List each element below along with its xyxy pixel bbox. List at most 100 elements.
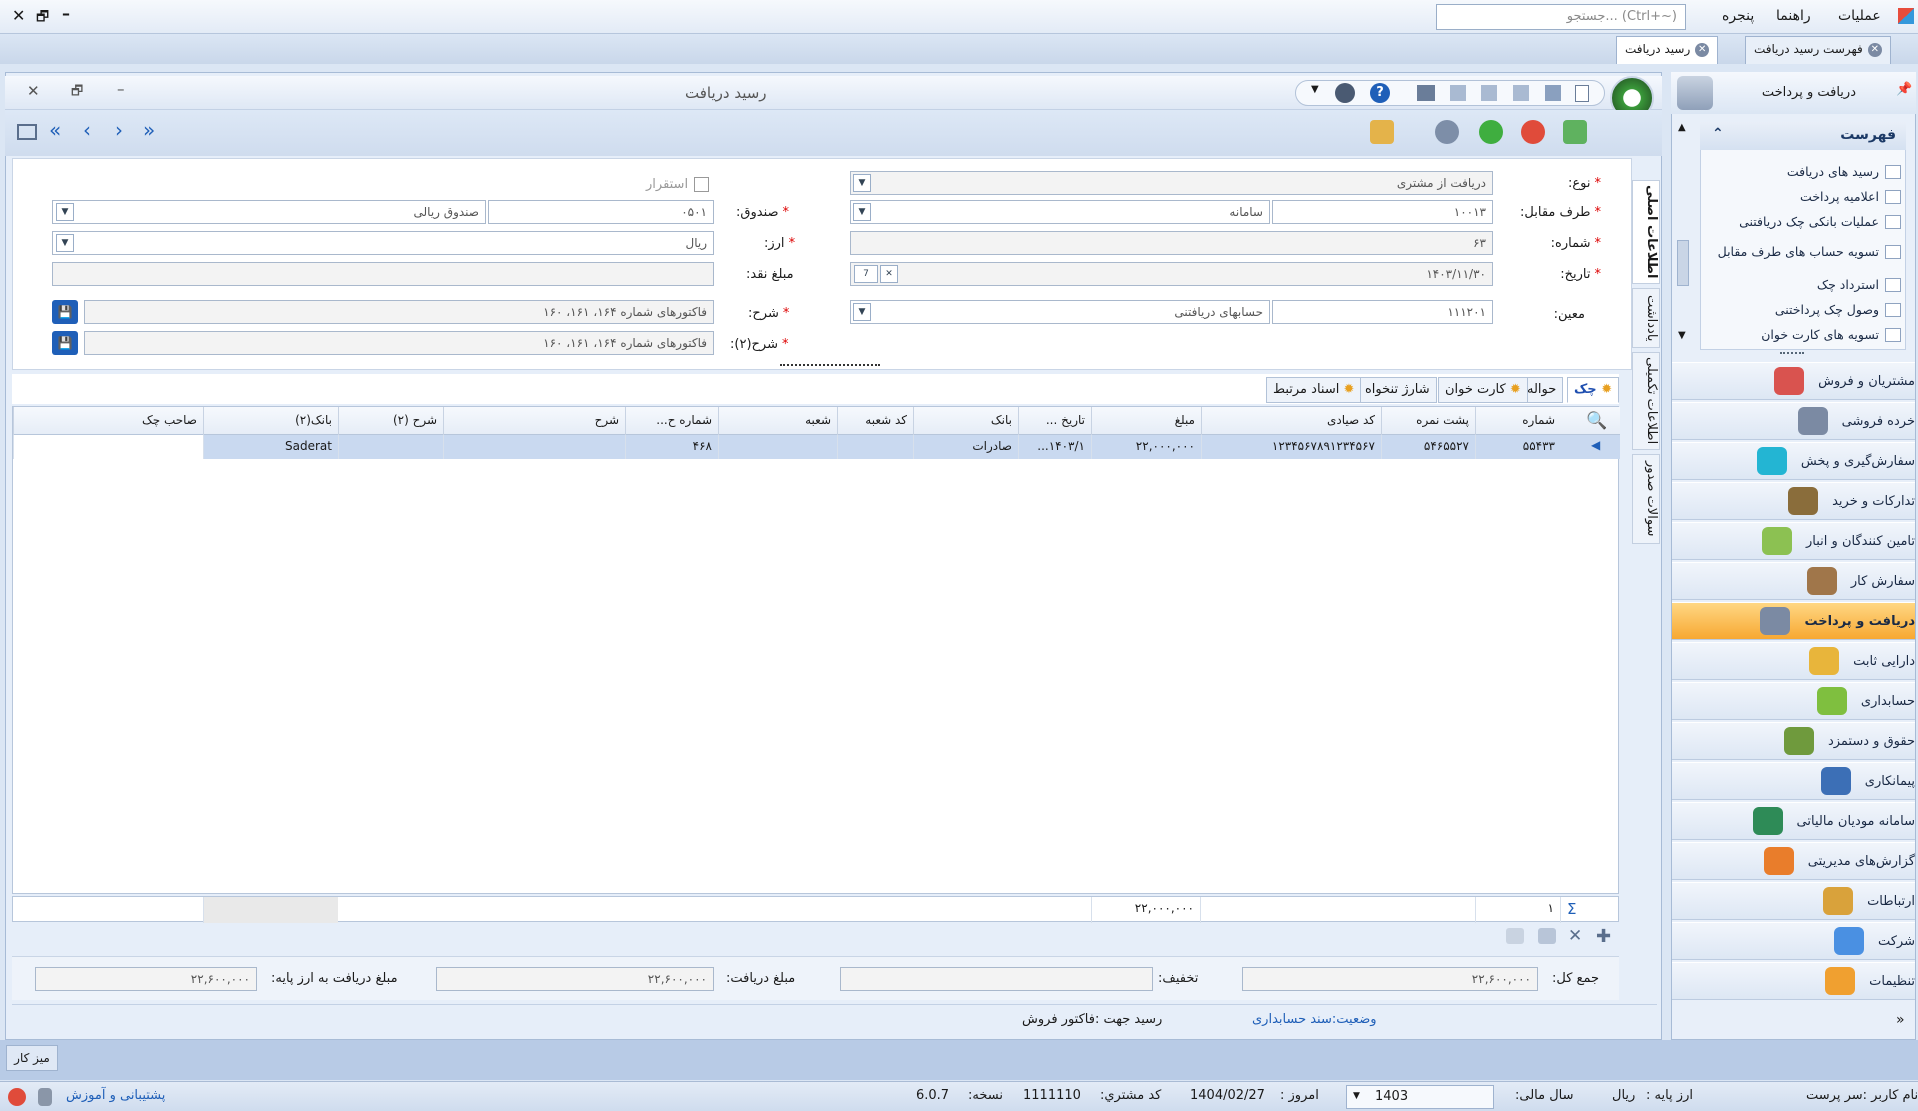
nav-item[interactable]: خرده فروشی (1672, 402, 1915, 440)
nav-item[interactable]: حقوق و دستمزد (1672, 722, 1915, 760)
desc-field[interactable]: فاکتورهای شماره ۱۶۴، ۱۶۱، ۱۶۰ (84, 300, 714, 324)
col-back-no[interactable]: پشت نمره (1381, 407, 1475, 435)
export-icon[interactable] (1481, 85, 1497, 101)
nav-item[interactable]: سفارش‌گیری و پخش (1672, 442, 1915, 480)
type-field[interactable]: دریافت از مشتری (850, 171, 1493, 195)
calendar-icon[interactable]: 7 (854, 265, 878, 283)
save-desc2-button[interactable]: 💾 (52, 331, 78, 355)
support-link[interactable]: پشتیبانی و آموزش (66, 1088, 165, 1103)
confirm-icon[interactable] (1479, 120, 1503, 144)
collapse-icon[interactable]: ⌃ (1712, 126, 1724, 142)
currency-dropdown-icon[interactable]: ▼ (56, 234, 74, 252)
copy-icon[interactable] (1513, 85, 1529, 101)
side-tab-notes[interactable]: یادداشت (1632, 288, 1660, 348)
nav-item[interactable]: پیمانکاری (1672, 762, 1915, 800)
print-icon[interactable] (1417, 85, 1435, 101)
menu-help[interactable]: راهنما (1776, 8, 1811, 24)
currency-field[interactable]: ریال (52, 231, 714, 255)
row-selector-icon[interactable]: ◀ (1591, 438, 1600, 452)
nav-item[interactable]: حسابداری (1672, 682, 1915, 720)
fiscal-year-select[interactable]: 1403 ▼ (1346, 1085, 1494, 1109)
first-record-icon[interactable]: « (49, 118, 61, 142)
col-branch[interactable]: شعبه (718, 407, 837, 435)
nav-item[interactable]: سفارش کار (1672, 562, 1915, 600)
party-code-field[interactable]: ۱۰۰۱۳ (1272, 200, 1493, 224)
party-name-field[interactable]: سامانه (850, 200, 1270, 224)
next-record-icon[interactable]: › (115, 118, 123, 142)
new-icon[interactable] (1575, 85, 1589, 102)
duplicate-icon[interactable] (1450, 85, 1466, 101)
cell-bank[interactable]: صادرات (913, 435, 1018, 459)
list-item[interactable]: تسویه حساب های طرف مقابل (1701, 234, 1907, 270)
list-scrollbar[interactable] (1677, 240, 1689, 286)
cell-account[interactable]: ۴۶۸ (625, 435, 718, 459)
side-tab-main[interactable]: اطلاعات اصلی (1632, 180, 1660, 284)
cell-back-no[interactable]: ۵۴۶۵۵۲۷ (1381, 435, 1475, 459)
nav-item[interactable]: گزارش‌های مدیریتی (1672, 842, 1915, 880)
list-item[interactable]: استرداد چک (1701, 272, 1907, 297)
save-icon[interactable] (1545, 85, 1561, 101)
list-item[interactable]: عملیات بانکی چک دریافتنی (1701, 209, 1907, 234)
number-field[interactable]: ۶۳ (850, 231, 1493, 255)
clear-date-icon[interactable]: ✕ (880, 265, 898, 283)
add-row-icon[interactable]: ✚ (1596, 926, 1611, 947)
menu-ops[interactable]: عملیات (1838, 8, 1881, 24)
nav-item[interactable]: دریافت و پرداخت (1672, 602, 1915, 640)
grid-view-icon[interactable] (17, 124, 37, 140)
cell-branch-code[interactable] (837, 435, 913, 459)
fiscal-year-dropdown-icon[interactable]: ▼ (1353, 1091, 1360, 1101)
grid-search-icon[interactable]: 🔍 (1586, 411, 1607, 431)
restore-icon[interactable]: 🗗 (36, 6, 49, 30)
col-account[interactable]: شماره ح... (625, 407, 718, 435)
window-close-icon[interactable]: ✕ (27, 82, 40, 100)
notification-icon[interactable] (8, 1088, 26, 1106)
nav-item[interactable]: تدارکات و خرید (1672, 482, 1915, 520)
cash-amount-field[interactable] (52, 262, 714, 286)
swap-icon[interactable] (1435, 120, 1459, 144)
help-icon[interactable]: ? (1370, 83, 1390, 103)
search-input[interactable]: جستجو... (Ctrl+~) (1436, 4, 1686, 30)
add-icon[interactable] (1563, 120, 1587, 144)
moein-name-field[interactable]: حسابهای دریافتنی (850, 300, 1270, 324)
cell-number[interactable]: ۵۵۴۳۳ (1475, 435, 1561, 459)
col-branch-code[interactable]: کد شعبه (837, 407, 913, 435)
settings-icon[interactable] (1370, 120, 1394, 144)
cash-dropdown-icon[interactable]: ▼ (56, 203, 74, 221)
cell-sayad[interactable]: ۱۲۳۴۵۶۷۸۹۱۲۳۴۵۶۷ (1201, 435, 1381, 459)
col-sayad[interactable]: کد صیادی (1201, 407, 1381, 435)
list-scroll-down-icon[interactable]: ▼ (1678, 330, 1686, 341)
close-tab-icon[interactable]: ✕ (1867, 42, 1882, 57)
window-restore-icon[interactable]: 🗗 (71, 82, 83, 104)
cash-name-field[interactable]: صندوق ریالی (52, 200, 486, 224)
delete-icon[interactable] (1521, 120, 1545, 144)
discount-field[interactable] (840, 967, 1153, 991)
col-bank[interactable]: بانک (913, 407, 1018, 435)
prev-record-icon[interactable]: ‹ (83, 118, 91, 142)
nav-item[interactable]: ارتباطات (1672, 882, 1915, 920)
minimize-icon[interactable]: – (62, 4, 70, 23)
close-icon[interactable]: ✕ (12, 6, 25, 25)
side-tab-cheque-q[interactable]: سوالات صدور (1632, 454, 1660, 544)
doc-state-link[interactable]: وضعیت:سند حسابداری (1252, 1012, 1377, 1027)
cell-branch[interactable] (718, 435, 837, 459)
last-record-icon[interactable]: » (143, 118, 155, 142)
col-number[interactable]: شماره (1475, 407, 1561, 435)
splitter-handle[interactable] (780, 364, 880, 370)
moein-dropdown-icon[interactable]: ▼ (853, 303, 871, 321)
col-amount[interactable]: مبلغ (1091, 407, 1201, 435)
window-minimize-icon[interactable]: – (117, 80, 125, 98)
desk-button[interactable]: میز کار (6, 1045, 58, 1071)
search-row-icon[interactable] (1538, 928, 1556, 944)
col-owner[interactable]: صاحب چک (13, 407, 203, 435)
cell-owner[interactable] (13, 435, 203, 459)
nav-item[interactable]: دارایی ثابت (1672, 642, 1915, 680)
nav-item[interactable]: مشتریان و فروش (1672, 362, 1915, 400)
subtab-docs[interactable]: ✹ اسناد مرتبط (1266, 377, 1362, 403)
panel-splitter[interactable] (1780, 352, 1804, 354)
settle-checkbox[interactable] (694, 177, 709, 192)
moein-code-field[interactable]: ۱۱۱۲۰۱ (1272, 300, 1493, 324)
close-tab-icon[interactable]: ✕ (1695, 42, 1710, 57)
col-bank2[interactable]: بانک(۲) (203, 407, 338, 435)
list-item[interactable]: اعلامیه پرداخت (1701, 184, 1907, 209)
col-date[interactable]: تاریخ ... (1018, 407, 1091, 435)
